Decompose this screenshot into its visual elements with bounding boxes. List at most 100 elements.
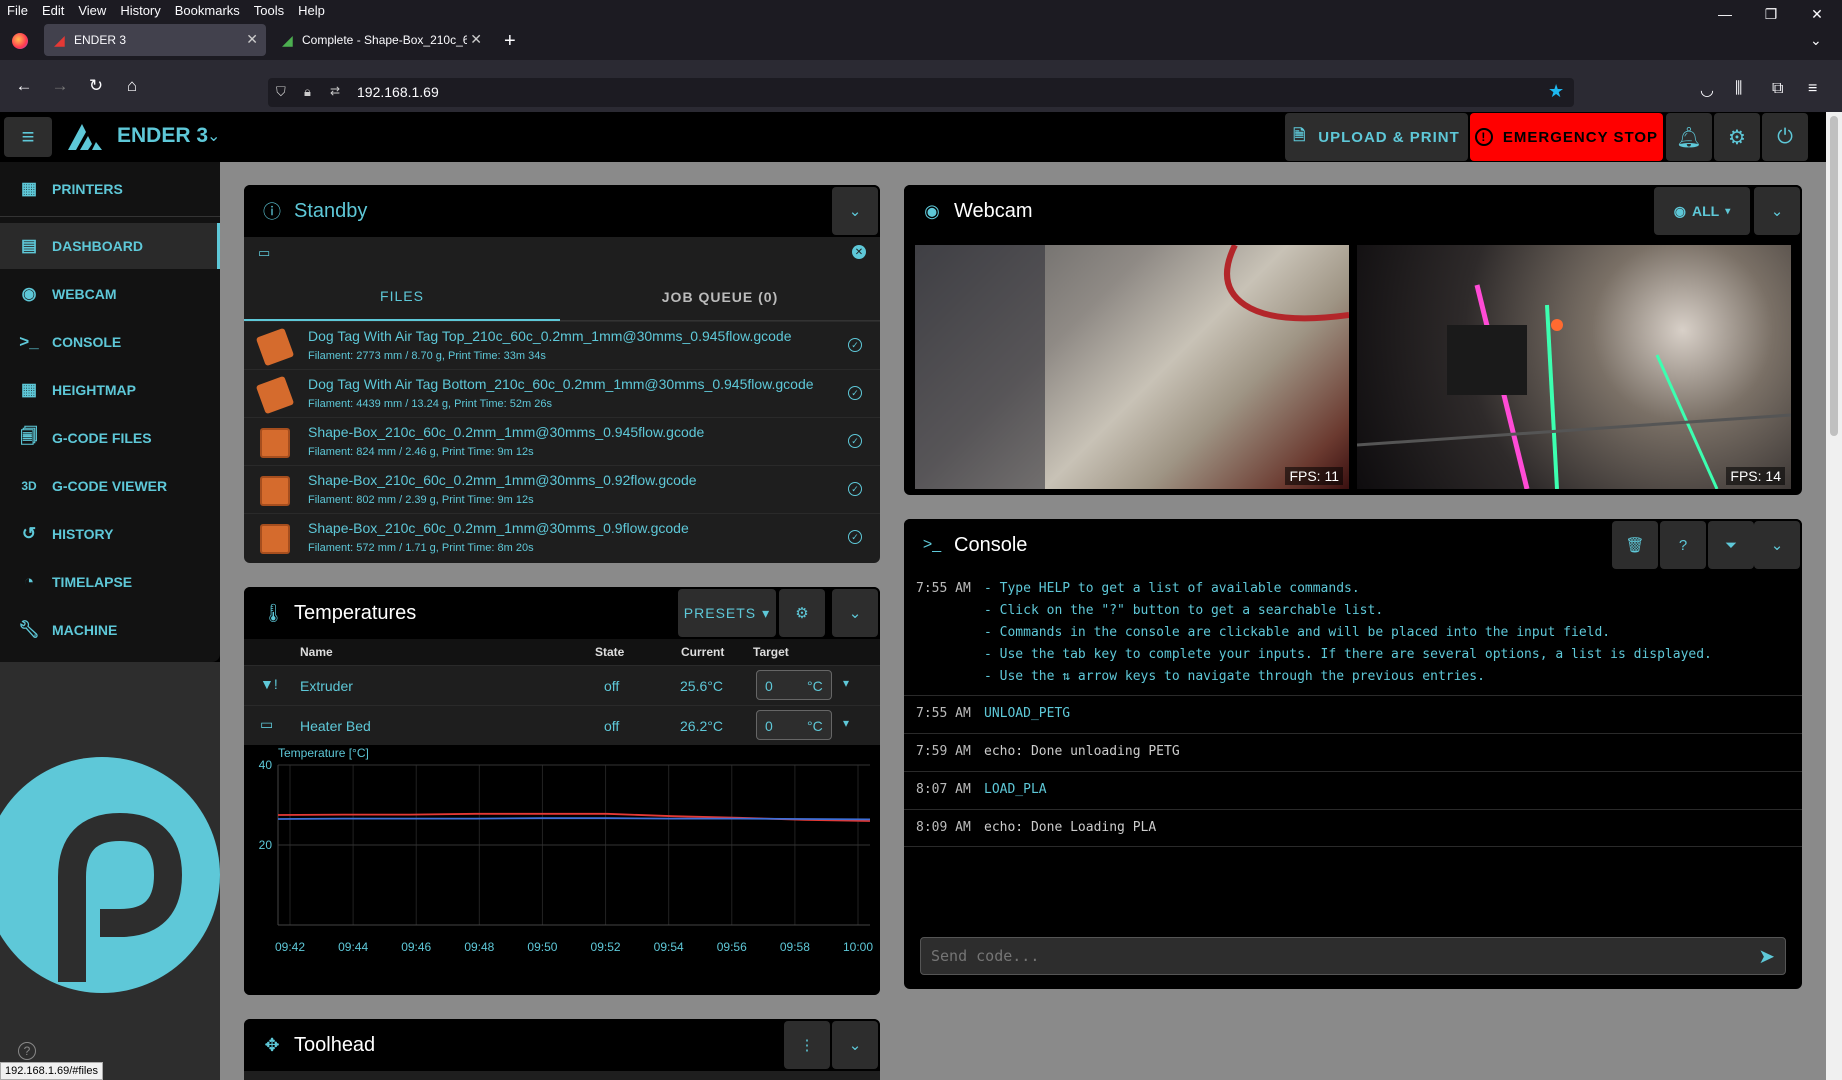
webcam-select-button[interactable]: ◉ ALL ▾ <box>1654 187 1750 235</box>
printers-icon: ▦ <box>20 179 38 198</box>
question-help-icon[interactable]: ? <box>1660 521 1706 569</box>
caret-down-icon[interactable]: ▾ <box>843 716 849 730</box>
send-icon[interactable]: ➤ <box>1758 944 1775 969</box>
temperature-settings-gear-icon[interactable]: ⚙ <box>779 589 825 637</box>
back-icon[interactable]: ← <box>12 74 36 98</box>
tab-ender3[interactable]: ◢ ENDER 3 ✕ <box>44 24 266 56</box>
scrollbar-thumb[interactable] <box>1830 116 1838 436</box>
history-icon: ↺ <box>21 524 37 543</box>
sidebar-item-console[interactable]: >_ CONSOLE <box>0 319 220 365</box>
console-command[interactable]: UNLOAD_PETG <box>984 706 1070 721</box>
webcam-small-icon: ◉ <box>1673 202 1686 219</box>
sidebar-item-gcode-viewer[interactable]: 3D G-CODE VIEWER <box>0 463 220 509</box>
webcam-feed-1[interactable]: FPS: 11 <box>915 245 1349 489</box>
lock-icon[interactable]: 🔒︎ <box>304 84 311 100</box>
collapse-chevron-icon[interactable]: ⌄ <box>832 187 878 235</box>
menu-view[interactable]: View <box>71 3 113 18</box>
menu-help[interactable]: Help <box>291 3 332 18</box>
file-name[interactable]: Shape-Box_210c_60c_0.2mm_1mm@30mms_0.945… <box>308 424 704 440</box>
collapse-chevron-icon[interactable]: ⌄ <box>832 589 878 637</box>
message-icon[interactable]: ▭ <box>258 245 270 261</box>
sidebar-item-printers[interactable]: ▦ PRINTERS <box>0 166 220 212</box>
bookmark-star-icon[interactable]: ★ <box>1548 81 1564 102</box>
file-name[interactable]: Shape-Box_210c_60c_0.2mm_1mm@30mms_0.92f… <box>308 472 697 488</box>
menu-bookmarks[interactable]: Bookmarks <box>168 3 247 18</box>
status-title: Standby <box>294 199 368 222</box>
trash-icon[interactable]: 🗑︎ <box>1612 521 1658 569</box>
sidebar-item-history[interactable]: ↺ HISTORY <box>0 511 220 557</box>
console-command[interactable]: LOAD_PLA <box>984 782 1047 797</box>
home-icon[interactable]: ⌂ <box>120 74 144 98</box>
tab-files[interactable]: FILES <box>244 273 560 321</box>
filter-icon[interactable]: ⏷ <box>1708 521 1754 569</box>
sidebar-item-webcam[interactable]: ◉ WEBCAM <box>0 271 220 317</box>
file-row[interactable]: Shape-Box_210c_60c_0.2mm_1mm@30mms_0.9fl… <box>244 513 880 561</box>
caret-down-icon[interactable]: ▾ <box>843 676 849 690</box>
tab-list-icon[interactable]: ⌄ <box>1810 32 1822 49</box>
emergency-stop-button[interactable]: ! EMERGENCY STOP <box>1470 113 1663 161</box>
close-tab-icon[interactable]: ✕ <box>246 31 258 48</box>
page-scrollbar[interactable] <box>1826 112 1842 1080</box>
caret-down-icon: ▾ <box>1725 205 1731 217</box>
collapse-chevron-icon[interactable]: ⌄ <box>832 1021 878 1069</box>
forward-icon[interactable]: → <box>48 74 72 98</box>
status-tabs: FILES JOB QUEUE (0) <box>244 273 880 321</box>
toolhead-panel: ✥ Toolhead ⋮ ⌄ <box>244 1019 880 1080</box>
sidebar-item-dashboard[interactable]: ▤ DASHBOARD <box>0 223 220 269</box>
pocket-icon[interactable]: ◡ <box>1700 80 1714 100</box>
heater-name[interactable]: Heater Bed <box>300 718 371 734</box>
temperatures-header: 🌡︎ Temperatures PRESETS ▾ ⚙ ⌄ <box>244 587 880 639</box>
tab-job-queue[interactable]: JOB QUEUE (0) <box>560 273 880 321</box>
presets-button[interactable]: PRESETS ▾ <box>678 589 776 637</box>
hamburger-menu-icon[interactable]: ≡ <box>4 117 52 157</box>
settings-gear-icon[interactable]: ⚙ <box>1714 113 1760 161</box>
upload-print-button[interactable]: 🗎 UPLOAD & PRINT <box>1285 113 1468 161</box>
fps-label: FPS: 11 <box>1285 467 1343 485</box>
sidebar-item-gcode-files[interactable]: 🗐 G-CODE FILES <box>0 415 220 461</box>
clear-message-icon[interactable]: ✕ <box>852 245 866 259</box>
heater-name[interactable]: Extruder <box>300 678 353 694</box>
send-code-field[interactable] <box>931 942 1731 970</box>
file-row[interactable]: Shape-Box_210c_60c_0.2mm_1mm@30mms_0.945… <box>244 417 880 465</box>
menu-file[interactable]: File <box>0 3 35 18</box>
x-tick-label: 10:00 <box>843 940 873 954</box>
extensions-icon[interactable]: ⧉ <box>1772 80 1783 98</box>
temperature-chart: 20 40 Temperature [°C] 09:42 09:44 09:46 09:48… <box>244 745 880 995</box>
tab-complete[interactable]: ◢ Complete - Shape-Box_210c_60 ✕ <box>272 24 490 56</box>
chevron-down-icon[interactable]: ⌄ <box>207 126 220 146</box>
file-name[interactable]: Dog Tag With Air Tag Bottom_210c_60c_0.2… <box>308 376 814 392</box>
gcode-thumbnail <box>260 476 290 506</box>
new-tab-icon[interactable]: + <box>504 30 516 53</box>
bed-target-input[interactable]: 0 °C <box>756 710 832 740</box>
menu-edit[interactable]: Edit <box>35 3 71 18</box>
sidebar-item-label: G-CODE VIEWER <box>52 478 168 494</box>
library-icon[interactable]: ⫼ <box>1735 80 1742 98</box>
sidebar-item-machine[interactable]: 🔧︎ MACHINE <box>0 607 220 653</box>
url-bar[interactable]: ⛉ 🔒︎ ⇄ 192.168.1.69 ★ <box>268 78 1574 107</box>
help-icon[interactable]: ? <box>18 1042 36 1060</box>
file-row[interactable]: Shape-Box_210c_60c_0.2mm_1mm@30mms_0.92f… <box>244 465 880 513</box>
sidebar-item-timelapse[interactable]: ◔ TIMELAPSE <box>0 559 220 605</box>
collapse-chevron-icon[interactable]: ⌄ <box>1754 187 1800 235</box>
app-menu-icon[interactable]: ≡ <box>1808 80 1817 98</box>
file-row[interactable]: Dog Tag With Air Tag Top_210c_60c_0.2mm_… <box>244 321 880 369</box>
file-name[interactable]: Shape-Box_210c_60c_0.2mm_1mm@30mms_0.9fl… <box>308 520 689 536</box>
notifications-bell-icon[interactable]: 🔔︎ <box>1666 113 1712 161</box>
menu-history[interactable]: History <box>113 3 167 18</box>
collapse-chevron-icon[interactable]: ⌄ <box>1754 521 1800 569</box>
permissions-icon[interactable]: ⇄ <box>330 84 340 98</box>
extruder-target-input[interactable]: 0 °C <box>756 670 832 700</box>
firefox-icon[interactable] <box>12 33 28 49</box>
shield-icon[interactable]: ⛉ <box>276 84 286 100</box>
reload-icon[interactable]: ↻ <box>84 74 108 98</box>
more-vertical-icon[interactable]: ⋮ <box>784 1021 830 1069</box>
file-name[interactable]: Dog Tag With Air Tag Top_210c_60c_0.2mm_… <box>308 328 792 344</box>
webcam-feed-2[interactable]: FPS: 14 <box>1357 245 1791 489</box>
printer-name[interactable]: ENDER 3 <box>117 124 208 148</box>
menu-tools[interactable]: Tools <box>247 3 291 18</box>
close-tab-icon[interactable]: ✕ <box>470 31 482 48</box>
sidebar-item-heightmap[interactable]: ▦ HEIGHTMAP <box>0 367 220 413</box>
console-input[interactable]: ➤ <box>920 937 1786 975</box>
file-row[interactable]: Dog Tag With Air Tag Bottom_210c_60c_0.2… <box>244 369 880 417</box>
power-icon[interactable]: ⏻ <box>1762 113 1808 161</box>
